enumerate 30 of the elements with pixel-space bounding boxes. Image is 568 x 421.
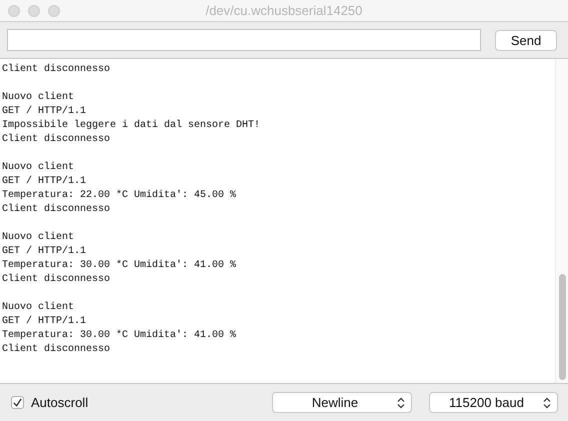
output-line: GET / HTTP/1.1 (2, 315, 86, 329)
output-line: GET / HTTP/1.1 (2, 175, 86, 189)
output-line: Client disconnesso (2, 343, 110, 357)
output-line: Nuovo client (2, 301, 74, 315)
output-line: Impossibile leggere i dati dal sensore DHT! (2, 119, 260, 133)
output-line: Temperatura: 22.00 *C Umidita': 45.00 % (2, 189, 236, 203)
close-button[interactable] (8, 4, 20, 16)
output-line: Client disconnesso (2, 133, 110, 147)
send-button[interactable]: Send (495, 30, 557, 50)
output-line: Temperatura: 30.00 *C Umidita': 41.00 % (2, 259, 236, 273)
zoom-button[interactable] (48, 4, 60, 16)
line-ending-select[interactable]: Newline (272, 392, 412, 413)
output-line: Temperatura: 30.00 *C Umidita': 41.00 % (2, 329, 236, 343)
output-line: GET / HTTP/1.1 (2, 245, 86, 259)
chevron-updown-icon (543, 396, 551, 408)
output-line: Client disconnesso (2, 63, 110, 77)
autoscroll-label: Autoscroll (31, 395, 88, 410)
scrollbar-thumb[interactable] (559, 274, 566, 380)
output-line: GET / HTTP/1.1 (2, 105, 86, 119)
output-line: Client disconnesso (2, 273, 110, 287)
message-input-field[interactable] (7, 29, 481, 51)
autoscroll-checkbox[interactable] (11, 396, 24, 409)
baud-rate-select[interactable]: 115200 baud (429, 392, 558, 413)
minimize-button[interactable] (28, 4, 40, 16)
output-line: Nuovo client (2, 91, 74, 105)
window-title: /dev/cu.wchusbserial14250 (206, 3, 362, 18)
output-line: Nuovo client (2, 161, 74, 175)
output-line: Nuovo client (2, 231, 74, 245)
chevron-updown-icon (397, 396, 405, 408)
output-line: Client disconnesso (2, 203, 110, 217)
